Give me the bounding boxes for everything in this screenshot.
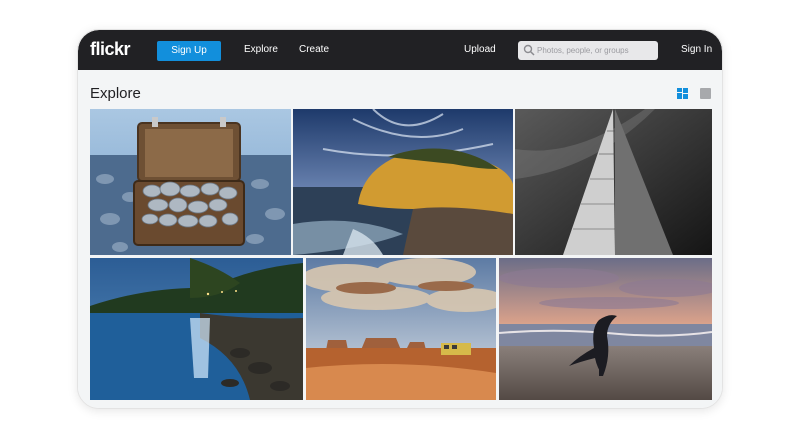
- search-box[interactable]: [518, 41, 658, 60]
- nav-create-link[interactable]: Create: [299, 44, 329, 55]
- browser-frame: flickr Sign Up Explore Create Upload Sig…: [77, 29, 723, 409]
- top-navigation-bar: flickr Sign Up Explore Create Upload Sig…: [78, 30, 722, 70]
- sign-in-link[interactable]: Sign In: [681, 44, 712, 55]
- flickr-logo[interactable]: flickr: [90, 39, 131, 60]
- grid-view-icon[interactable]: [677, 88, 688, 99]
- beach-dancer-photo[interactable]: [499, 258, 712, 400]
- skyscraper-bw-photo[interactable]: [515, 109, 712, 255]
- nav-explore-link[interactable]: Explore: [244, 44, 278, 55]
- cliff-sunset-photo[interactable]: [293, 109, 513, 255]
- explore-content: Explore: [78, 70, 722, 408]
- desert-bus-photo[interactable]: [306, 258, 496, 400]
- blue-bay-night-photo[interactable]: [90, 258, 303, 400]
- suitcase-stones-photo[interactable]: [90, 109, 291, 255]
- search-icon: [523, 44, 535, 56]
- single-view-icon[interactable]: [700, 88, 711, 99]
- nav-upload-link[interactable]: Upload: [464, 44, 496, 55]
- sign-up-button[interactable]: Sign Up: [157, 41, 221, 61]
- page-title: Explore: [90, 85, 141, 102]
- search-input[interactable]: [537, 41, 655, 60]
